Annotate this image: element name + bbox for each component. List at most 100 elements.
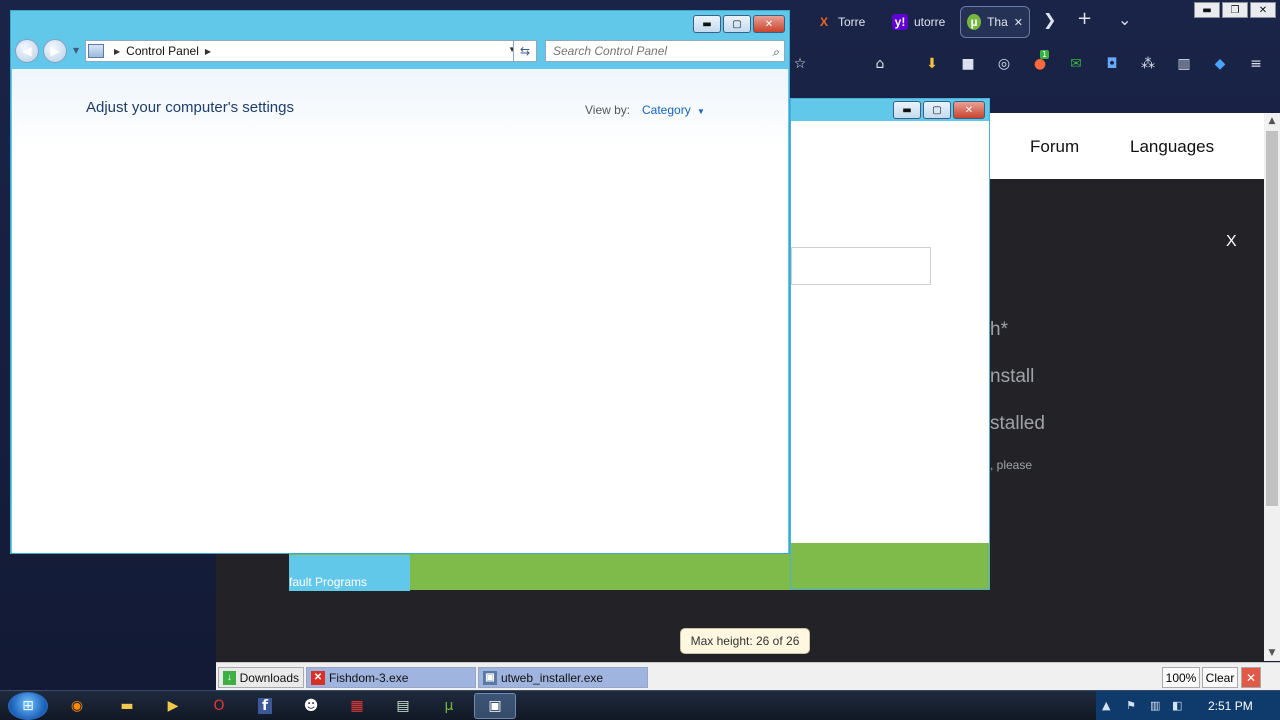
window2-controls: ▬ ▢ ✕ bbox=[893, 101, 985, 119]
extension-badge: 1 bbox=[1040, 50, 1050, 59]
forward-button[interactable]: ▶ bbox=[43, 39, 67, 63]
window2-minimize-button[interactable]: ▬ bbox=[893, 101, 921, 119]
download-item-fishdom[interactable]: ✕ Fishdom-3.exe bbox=[306, 667, 476, 688]
show-hidden-icons-icon[interactable]: ▲ bbox=[1102, 699, 1110, 712]
page-scrollbar[interactable]: ▲ ▼ bbox=[1264, 113, 1280, 661]
extension-blue-icon[interactable]: ◘ bbox=[1102, 54, 1122, 74]
view-by-label: View by: bbox=[585, 103, 631, 117]
zoom-level-button[interactable]: 100% bbox=[1162, 667, 1200, 688]
scrollbar-thumb[interactable] bbox=[1266, 131, 1278, 506]
tab-label: utorre bbox=[914, 15, 946, 29]
browser-restore-button[interactable]: ❐ bbox=[1222, 2, 1248, 18]
scroll-up-icon[interactable]: ▲ bbox=[1264, 113, 1280, 129]
browser-tab-strip: X Torre y! utorre µ Tha ✕ ❯ + ⌄ ▬ ❐ ✕ bbox=[790, 0, 1280, 44]
search-input[interactable] bbox=[553, 41, 762, 61]
default-programs-label: fault Programs bbox=[289, 575, 368, 589]
browser-minimize-button[interactable]: ▬ bbox=[1194, 2, 1220, 18]
downloads-button[interactable]: ↓ Downloads bbox=[218, 667, 304, 688]
facebook-icon[interactable]: f bbox=[244, 693, 286, 719]
control-panel-window: ▬ ▢ ✕ ◀ ▶ ▼ ▶ Control Panel ▶ ▼ ⇆ ⌕ Adju… bbox=[10, 10, 790, 554]
window2-green-band bbox=[791, 543, 989, 589]
cp-close-button[interactable]: ✕ bbox=[753, 15, 785, 33]
recent-pages-icon[interactable]: ▼ bbox=[73, 46, 79, 55]
taskbar: ⊞ ◉ ▬ ▶ O f ☻ ▦ ▤ µ ▣ ▲ ⚑ ▥ ◧ 2:51 PM bbox=[0, 690, 1280, 720]
control-panel-window-controls: ▬ ▢ ✕ bbox=[693, 15, 785, 33]
browser-window-controls: ▬ ❐ ✕ bbox=[1194, 2, 1276, 18]
browser-tab-torrent[interactable]: X Torre bbox=[816, 6, 876, 38]
chevron-down-icon: ▼ bbox=[697, 107, 705, 116]
view-by-value: Category bbox=[642, 103, 691, 117]
tab-forward-icon[interactable]: ❯ bbox=[1043, 10, 1056, 29]
back-button[interactable]: ◀ bbox=[15, 39, 39, 63]
browser-close-button[interactable]: ✕ bbox=[1250, 2, 1276, 18]
control-panel-icon bbox=[88, 44, 104, 58]
tab-list-icon[interactable]: ⌄ bbox=[1118, 10, 1131, 29]
downloads-label: Downloads bbox=[239, 670, 299, 685]
installer-icon: ▣ bbox=[483, 670, 497, 685]
breadcrumb-control-panel[interactable]: Control Panel bbox=[126, 44, 199, 58]
new-tab-icon[interactable]: + bbox=[1077, 8, 1092, 29]
clear-downloads-button[interactable]: Clear bbox=[1202, 667, 1238, 688]
default-programs-tile[interactable]: fault Programs bbox=[289, 555, 410, 591]
page-text-fragment: stalled bbox=[990, 413, 1045, 434]
control-panel-taskbar-icon[interactable]: ▣ bbox=[474, 693, 516, 719]
extension-grid-icon[interactable]: ▥ bbox=[1174, 54, 1194, 74]
file-explorer-icon[interactable]: ▬ bbox=[106, 693, 148, 719]
download-icon[interactable]: ⬇ bbox=[922, 54, 942, 74]
scroll-down-icon[interactable]: ▼ bbox=[1264, 645, 1280, 661]
search-icon[interactable]: ⌕ bbox=[772, 45, 779, 60]
breadcrumb-arrow-icon[interactable]: ▶ bbox=[205, 47, 211, 56]
browser-tab-yahoo[interactable]: y! utorre bbox=[892, 6, 952, 38]
close-downloads-icon[interactable]: ✕ bbox=[1241, 667, 1261, 688]
extension-green-icon[interactable]: ✉ bbox=[1066, 54, 1086, 74]
extension-shield-icon[interactable]: ◆ bbox=[1210, 54, 1230, 74]
refresh-button[interactable]: ⇆ bbox=[513, 40, 537, 62]
yahoo-icon: y! bbox=[892, 14, 908, 30]
firefox-icon[interactable]: ◉ bbox=[56, 693, 98, 719]
window2-text-field[interactable] bbox=[791, 247, 931, 285]
nav-forum-link[interactable]: Forum bbox=[1030, 137, 1079, 157]
taskbar-clock[interactable]: 2:51 PM bbox=[1208, 699, 1253, 713]
nav-languages-link[interactable]: Languages bbox=[1130, 137, 1214, 157]
downloads-bar: ↓ Downloads ✕ Fishdom-3.exe ▣ utweb_inst… bbox=[216, 662, 1280, 690]
download-item-utweb[interactable]: ▣ utweb_installer.exe bbox=[478, 667, 648, 688]
notepad-icon[interactable]: ▤ bbox=[382, 693, 424, 719]
extension-dots-icon[interactable]: ⁂ bbox=[1138, 54, 1158, 74]
extension-swirl-icon[interactable]: ◎ bbox=[994, 54, 1014, 74]
media-player-icon[interactable]: ▶ bbox=[152, 693, 194, 719]
view-by-dropdown[interactable]: Category ▼ bbox=[642, 103, 705, 117]
address-bar[interactable]: ▶ Control Panel ▶ ▼ bbox=[85, 40, 521, 62]
utorrent-taskbar-icon[interactable]: µ bbox=[428, 693, 470, 719]
page-text-fragment: h* bbox=[990, 319, 1008, 340]
game-app-icon[interactable]: ☻ bbox=[290, 693, 332, 719]
start-button[interactable]: ⊞ bbox=[8, 692, 48, 720]
address-row: ◀ ▶ ▼ ▶ Control Panel ▶ ▼ ⇆ ⌕ bbox=[11, 37, 789, 67]
browser-tab-active[interactable]: µ Tha ✕ bbox=[960, 6, 1030, 38]
window2-close-button[interactable]: ✕ bbox=[953, 101, 985, 119]
torrent-x-icon: X bbox=[819, 15, 828, 29]
menu-icon[interactable]: ≡ bbox=[1246, 54, 1266, 74]
breadcrumb-arrow-icon[interactable]: ▶ bbox=[114, 47, 120, 56]
network-icon[interactable]: ▥ bbox=[1150, 699, 1160, 712]
downloads-icon: ↓ bbox=[223, 670, 236, 685]
page-header: Forum Languages bbox=[990, 113, 1264, 179]
tab-close-icon[interactable]: ✕ bbox=[1014, 16, 1023, 29]
opera-icon[interactable]: O bbox=[198, 693, 240, 719]
extension-puzzle-icon[interactable]: ■ bbox=[958, 54, 978, 74]
overlay-close-button[interactable]: X bbox=[1226, 233, 1237, 251]
bookmark-star-icon[interactable]: ☆ bbox=[790, 54, 810, 74]
tab-label: Tha bbox=[987, 15, 1008, 29]
control-panel-content: Adjust your computer's settings View by:… bbox=[12, 69, 788, 553]
extension-house-icon[interactable]: ⌂ bbox=[860, 54, 900, 74]
window2-maximize-button[interactable]: ▢ bbox=[923, 101, 951, 119]
volume-icon[interactable]: ◧ bbox=[1172, 699, 1182, 712]
search-box[interactable]: ⌕ bbox=[545, 40, 785, 62]
tab-label: Torre bbox=[838, 15, 866, 29]
browser-toolbar: ☆ ⌂ ⬇ ■ ◎ ● 1 ✉ ◘ ⁂ ▥ ◆ ≡ bbox=[790, 48, 1280, 82]
window2-body bbox=[791, 121, 989, 543]
winrar-icon[interactable]: ▦ bbox=[336, 693, 378, 719]
cp-maximize-button[interactable]: ▢ bbox=[723, 15, 751, 33]
cp-minimize-button[interactable]: ▬ bbox=[693, 15, 721, 33]
page-title: Adjust your computer's settings bbox=[86, 99, 294, 116]
action-center-flag-icon[interactable]: ⚑ bbox=[1126, 699, 1136, 712]
